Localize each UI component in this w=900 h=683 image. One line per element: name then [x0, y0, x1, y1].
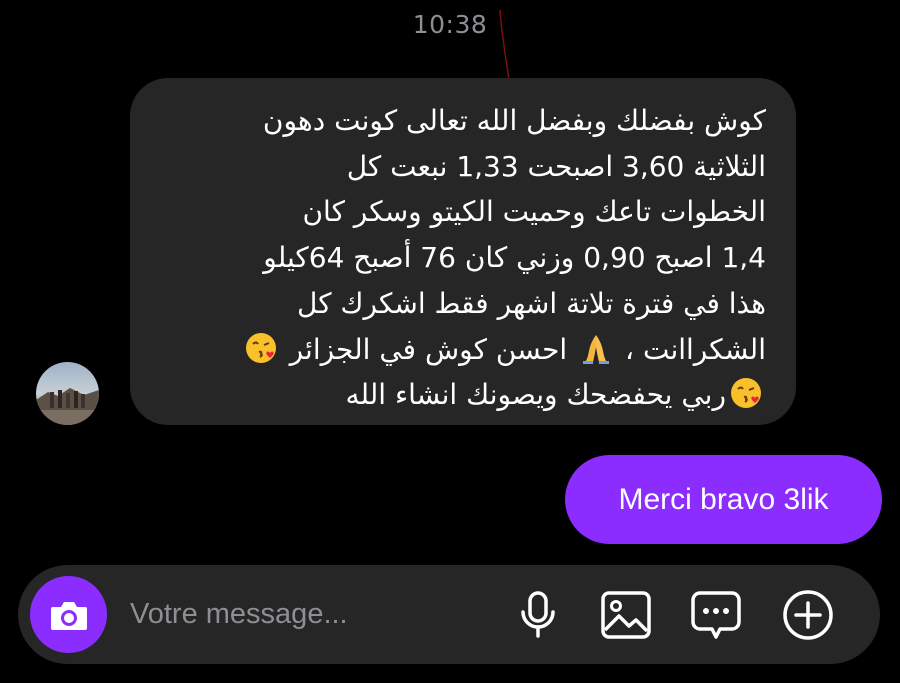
face-blowing-kiss-emoji: [729, 376, 763, 410]
sticker-button[interactable]: [690, 589, 742, 641]
face-blowing-kiss-emoji: [244, 331, 278, 365]
message-line: الخطوات تاعك وحميت الكيتو وسكر كان: [302, 195, 766, 229]
avatar-photo: [36, 362, 99, 425]
sender-avatar[interactable]: [36, 362, 99, 425]
outgoing-message-bubble[interactable]: Merci bravo 3lik: [565, 455, 882, 544]
gallery-button[interactable]: [600, 589, 652, 641]
chat-bubble-dots-icon: [691, 591, 741, 639]
message-composer: [18, 565, 880, 664]
microphone-button[interactable]: [512, 589, 564, 641]
camera-icon: [50, 601, 87, 630]
message-line-segment: الشكراانت ،: [616, 332, 766, 366]
incoming-message-bubble[interactable]: كوش بفضلك وبفضل الله تعالى كونت دهون الث…: [130, 78, 796, 425]
plus-circle-icon: [783, 590, 833, 640]
message-line: الثلاثية 3,60 اصبحت 1,33 نبعت كل: [346, 149, 766, 183]
add-button[interactable]: [782, 589, 834, 641]
message-line: كوش بفضلك وبفضل الله تعالى كونت دهون: [262, 104, 766, 137]
outgoing-message-text: Merci bravo 3lik: [618, 482, 829, 516]
camera-button[interactable]: [30, 576, 107, 653]
message-line-segment: احسن كوش في الجزائر: [280, 332, 577, 366]
message-line: 1,4 اصبح 0,90 وزني كان 76 أصبح 64كيلو: [263, 241, 766, 275]
message-line: هذا في فترة تلاتة اشهر فقط اشكرك كل: [296, 286, 766, 320]
message-input[interactable]: [130, 591, 490, 637]
incoming-message-text: كوش بفضلك وبفضل الله تعالى كونت دهون الث…: [150, 98, 766, 418]
message-timestamp: 10:38: [412, 10, 488, 39]
message-line: ربي يحفضحك ويصونك انشاء الله: [345, 378, 726, 412]
chat-screen: 10:38 كوش بفضلك وبفضل الله تعالى كونت ده…: [0, 0, 900, 683]
microphone-icon: [521, 591, 555, 638]
folded-hands-emoji: [579, 331, 613, 365]
image-icon: [601, 591, 651, 639]
